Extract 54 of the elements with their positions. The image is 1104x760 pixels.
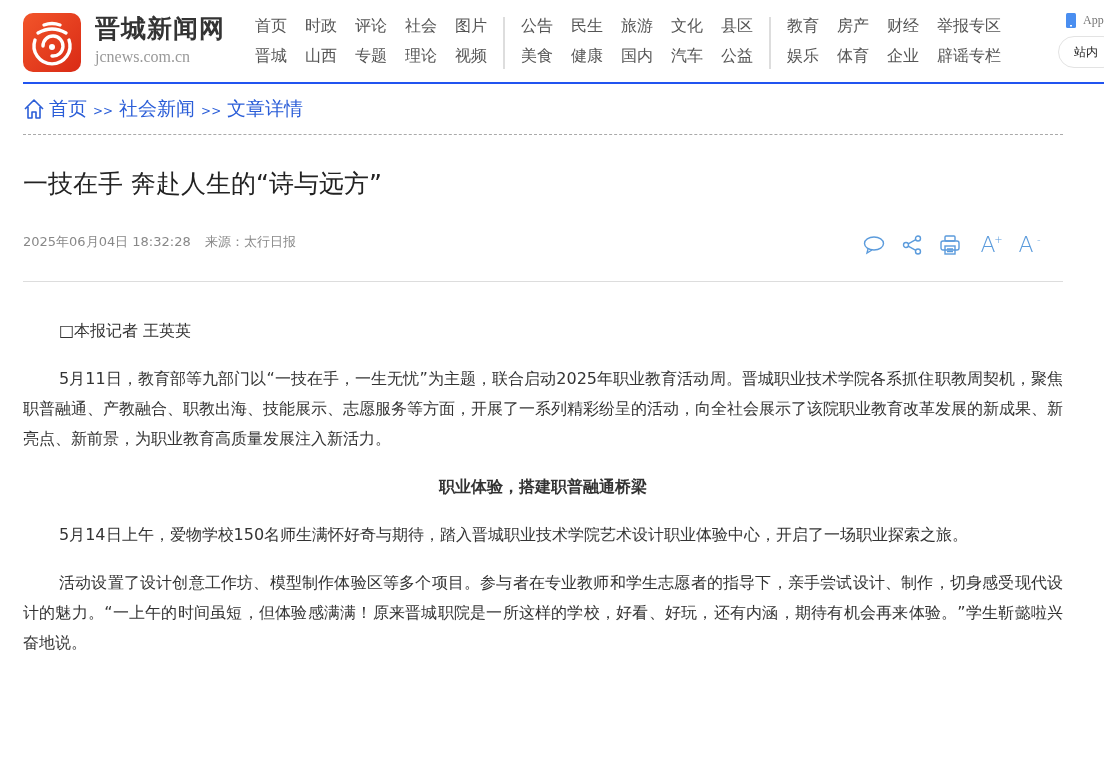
site-name: 晋城新闻网 — [95, 13, 226, 45]
section-heading: 职业体验，搭建职普融通桥梁 — [438, 476, 648, 498]
site-search-button[interactable]: 站内 — [1058, 36, 1104, 68]
publish-date: 2025年06月04日 18:32:28 — [23, 233, 191, 251]
nav-link[interactable]: 旅游 — [621, 15, 653, 37]
comment-button[interactable] — [863, 233, 885, 257]
printer-icon — [940, 235, 960, 255]
nav-link[interactable]: 国内 — [621, 45, 653, 67]
share-button[interactable] — [901, 233, 923, 257]
nav-link[interactable]: 举报专区 — [937, 15, 1001, 37]
nav-link[interactable]: 首页 — [255, 15, 287, 37]
nav-link[interactable]: 文化 — [671, 15, 703, 37]
home-icon — [23, 98, 45, 120]
nav-link[interactable]: 民生 — [571, 15, 603, 37]
article-source: 来源：太行日报 — [204, 233, 296, 251]
app-link[interactable]: App — [1083, 13, 1104, 28]
nav-link[interactable]: 理论 — [405, 45, 437, 67]
breadcrumb-separator: >> — [201, 104, 222, 118]
phone-icon — [1066, 13, 1076, 28]
article-paragraph: □本报记者 王英英 — [58, 320, 193, 342]
nav-link[interactable]: 视频 — [455, 45, 487, 67]
nav-link[interactable]: 企业 — [887, 45, 919, 67]
nav-link[interactable]: 公告 — [521, 15, 553, 37]
breadcrumb-link[interactable]: 文章详情 — [227, 96, 304, 122]
nav-link[interactable]: 时政 — [305, 15, 337, 37]
nav-link[interactable]: 专题 — [355, 45, 387, 67]
breadcrumb-link[interactable]: 首页 — [49, 96, 87, 122]
nav-link[interactable]: 美食 — [521, 45, 553, 67]
nav-link[interactable]: 健康 — [571, 45, 603, 67]
nav-link[interactable]: 教育 — [787, 15, 819, 37]
nav-link[interactable]: 图片 — [455, 15, 487, 37]
nav-link[interactable]: 辟谣专栏 — [937, 45, 1001, 67]
nav-link[interactable]: 财经 — [887, 15, 919, 37]
print-button[interactable] — [939, 233, 961, 257]
nav-link[interactable]: 房产 — [837, 15, 869, 37]
article-title: 一技在手 奔赴人生的“诗与远方” — [23, 168, 383, 200]
article-paragraph: 活动设置了设计创意工作坊、模型制作体验区等多个项目。参与者在专业教师和学生志愿者的指导下，亲手尝试设计、制作，切身感受现代设计的魅力。“一上午的时间虽短，但体验感满满！原来晋城职院是一所这样的学校，好看、好玩，还有内涵，期待有机会再来体验。”学生靳懿啦兴奋地说。 — [23, 572, 1063, 654]
site-domain: jcnews.com.cn — [95, 48, 192, 66]
article-paragraph: 5月11日，教育部等九部门以“一技在手，一生无忧”为主题，联合启动2025年职业教育活动周。晋城职业技术学院各系抓住职教周契机，聚焦职普融通、产教融合、职教出海、技能展示、志愿服务等方面，开展了一系列精彩纷呈的活动，向全社会展示了该院职业教育改革发展的新成果、新亮点、新前景，为职业教育高质量发展注入新活力。 — [23, 368, 1063, 450]
nav-link[interactable]: 山西 — [305, 45, 337, 67]
article-paragraph: 5月14日上午，爱物学校150名师生满怀好奇与期待，踏入晋城职业技术学院艺术设计职业体验中心，开启了一场职业探索之旅。 — [58, 524, 970, 546]
share-icon — [902, 235, 922, 255]
nav-link[interactable]: 娱乐 — [787, 45, 819, 67]
breadcrumb-link[interactable]: 社会新闻 — [119, 96, 196, 122]
nav-link[interactable]: 晋城 — [255, 45, 287, 67]
comment-icon — [863, 235, 885, 255]
nav-link[interactable]: 体育 — [837, 45, 869, 67]
nav-link[interactable]: 评论 — [355, 15, 387, 37]
nav-link[interactable]: 汽车 — [671, 45, 703, 67]
nav-link[interactable]: 县区 — [721, 15, 753, 37]
nav-link[interactable]: 社会 — [405, 15, 437, 37]
breadcrumb-separator: >> — [93, 104, 114, 118]
nav-link[interactable]: 公益 — [721, 45, 753, 67]
logo-icon — [23, 13, 81, 72]
